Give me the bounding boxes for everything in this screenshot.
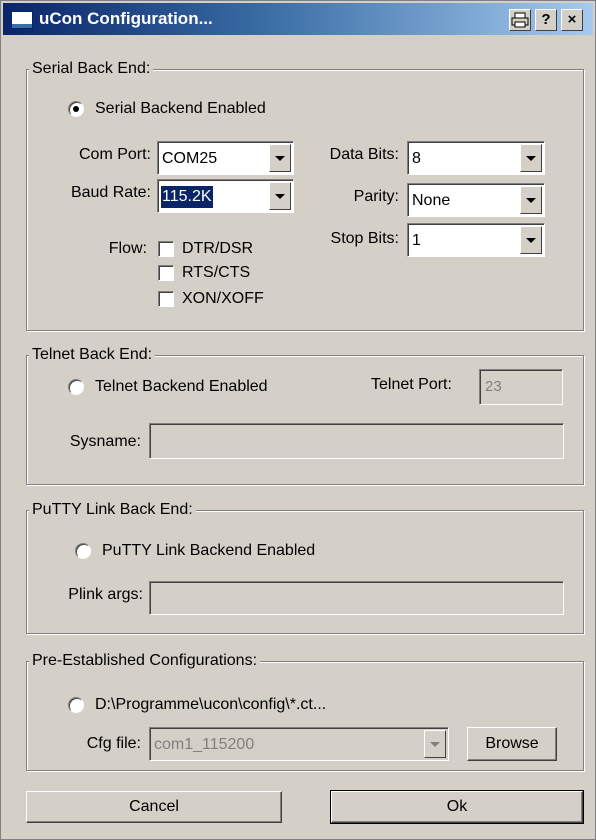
plink-args-label: Plink args: xyxy=(68,586,143,603)
flow-rts-label: RTS/CTS xyxy=(182,264,251,281)
telnet-enable-label: Telnet Backend Enabled xyxy=(95,378,268,395)
cfg-file-label: Cfg file: xyxy=(86,735,141,752)
data-bits-value: 8 xyxy=(412,150,421,167)
chevron-down-icon[interactable] xyxy=(269,144,291,172)
plink-args-input[interactable] xyxy=(149,581,564,615)
baud-rate-select[interactable]: 115.2K xyxy=(157,179,294,213)
chevron-down-icon[interactable] xyxy=(520,144,542,172)
flow-xon-checkbox[interactable] xyxy=(158,291,174,307)
chevron-down-icon[interactable] xyxy=(424,730,446,758)
sysname-label: Sysname: xyxy=(69,433,141,450)
cancel-button[interactable]: Cancel xyxy=(26,791,282,823)
flow-dtr-checkbox[interactable] xyxy=(158,241,174,257)
parity-value: None xyxy=(412,192,451,209)
cfg-file-select[interactable]: com1_115200 xyxy=(149,727,449,761)
flow-label: Flow: xyxy=(108,240,147,257)
sysname-input[interactable] xyxy=(149,423,564,459)
com-port-label: Com Port: xyxy=(78,146,151,163)
serial-group-legend: Serial Back End: xyxy=(29,60,154,78)
telnet-port-input[interactable]: 23 xyxy=(479,369,563,405)
data-bits-select[interactable]: 8 xyxy=(407,141,545,175)
config-dialog: uCon Configuration... ? × Serial Back En… xyxy=(0,0,596,840)
preset-path-label: D:\Programme\ucon\config\*.ct... xyxy=(95,696,327,713)
chevron-down-icon[interactable] xyxy=(269,182,291,210)
close-button[interactable]: × xyxy=(561,9,583,31)
window-title: uCon Configuration... xyxy=(39,9,213,28)
baud-rate-value: 115.2K xyxy=(161,186,213,208)
browse-button[interactable]: Browse xyxy=(467,727,557,761)
stop-bits-value: 1 xyxy=(412,232,421,249)
data-bits-label: Data Bits: xyxy=(329,146,399,163)
flow-xon-label: XON/XOFF xyxy=(182,290,264,307)
stop-bits-select[interactable]: 1 xyxy=(407,223,545,257)
cfg-file-value: com1_115200 xyxy=(154,736,255,753)
preset-radio[interactable] xyxy=(68,697,84,713)
telnet-port-label: Telnet Port: xyxy=(371,376,452,393)
help-button[interactable]: ? xyxy=(535,9,557,31)
telnet-port-value: 23 xyxy=(485,378,502,395)
parity-label: Parity: xyxy=(353,188,399,205)
title-bar[interactable]: uCon Configuration... ? × xyxy=(3,3,593,35)
putty-enable-label: PuTTY Link Backend Enabled xyxy=(102,542,316,559)
com-port-value: COM25 xyxy=(162,150,218,167)
print-icon[interactable] xyxy=(509,9,531,31)
chevron-down-icon[interactable] xyxy=(520,226,542,254)
stop-bits-label: Stop Bits: xyxy=(330,230,399,247)
ok-button[interactable]: Ok xyxy=(330,790,584,824)
chevron-down-icon[interactable] xyxy=(520,186,542,214)
flow-dtr-label: DTR/DSR xyxy=(182,240,254,257)
window-icon xyxy=(11,11,33,29)
flow-rts-checkbox[interactable] xyxy=(158,265,174,281)
putty-group xyxy=(26,510,584,634)
serial-enable-label: Serial Backend Enabled xyxy=(95,100,266,117)
com-port-select[interactable]: COM25 xyxy=(157,141,294,175)
telnet-group-legend: Telnet Back End: xyxy=(29,346,156,364)
baud-rate-label: Baud Rate: xyxy=(70,184,151,201)
putty-group-legend: PuTTY Link Back End: xyxy=(29,501,196,519)
telnet-enable-radio[interactable] xyxy=(68,379,84,395)
preset-group-legend: Pre-Established Configurations: xyxy=(29,652,261,670)
parity-select[interactable]: None xyxy=(407,183,545,217)
putty-enable-radio[interactable] xyxy=(75,543,91,559)
serial-enable-radio[interactable] xyxy=(68,101,84,117)
